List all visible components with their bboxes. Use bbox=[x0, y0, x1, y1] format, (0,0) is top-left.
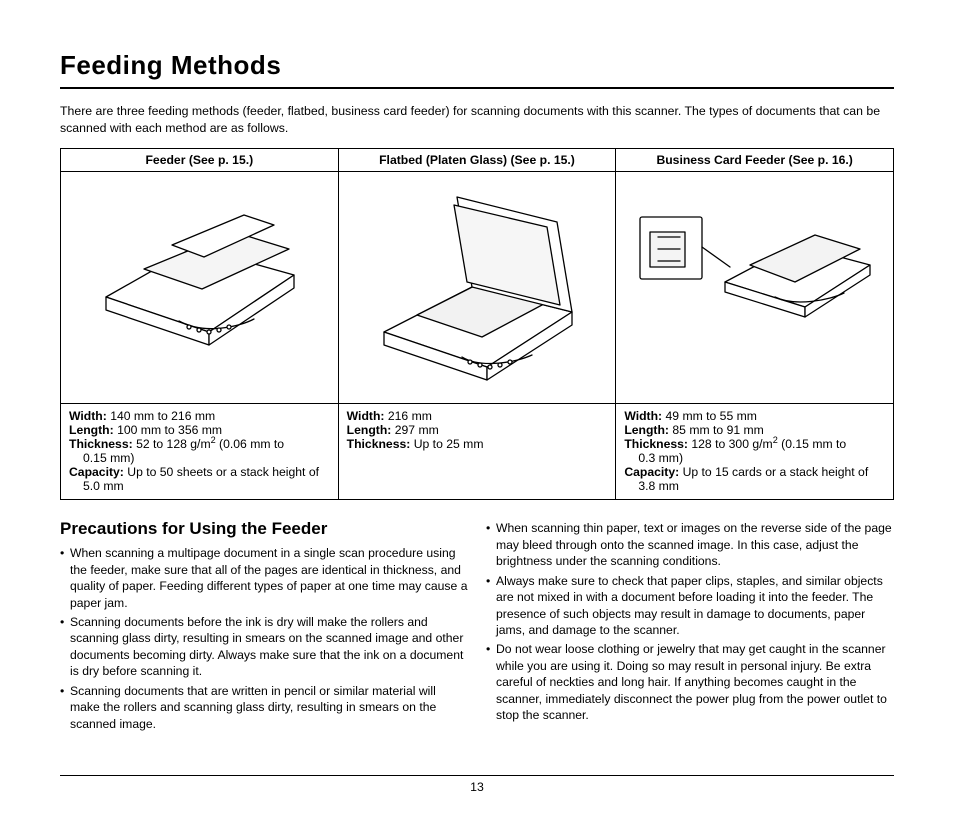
col-header-bizcard: Business Card Feeder (See p. 16.) bbox=[616, 149, 894, 172]
intro-paragraph: There are three feeding methods (feeder,… bbox=[60, 103, 894, 136]
list-item: Scanning documents that are written in p… bbox=[60, 683, 468, 732]
spec-value-cont: 5.0 mm bbox=[69, 479, 330, 493]
scanner-bizcard-icon bbox=[630, 177, 880, 327]
spec-value: 128 to 300 g/m bbox=[691, 437, 772, 451]
spec-label: Capacity: bbox=[69, 465, 124, 479]
spec-value-cont: 0.3 mm) bbox=[624, 451, 885, 465]
spec-value-cont: 0.15 mm) bbox=[69, 451, 330, 465]
list-item: Scanning documents before the ink is dry… bbox=[60, 614, 468, 680]
specs-cell-feeder: Width: 140 mm to 216 mm Length: 100 mm t… bbox=[61, 404, 339, 500]
spec-value: 52 to 128 g/m bbox=[136, 437, 211, 451]
precautions-columns: Precautions for Using the Feeder When sc… bbox=[60, 500, 894, 735]
spec-label: Length: bbox=[624, 423, 669, 437]
document-page: Feeding Methods There are three feeding … bbox=[0, 0, 954, 818]
list-item: When scanning thin paper, text or images… bbox=[486, 520, 894, 569]
table-specs-row: Width: 140 mm to 216 mm Length: 100 mm t… bbox=[61, 404, 894, 500]
precautions-list-left: When scanning a multipage document in a … bbox=[60, 545, 468, 732]
specs-cell-bizcard: Width: 49 mm to 55 mm Length: 85 mm to 9… bbox=[616, 404, 894, 500]
spec-value: 297 mm bbox=[395, 423, 439, 437]
col-header-feeder: Feeder (See p. 15.) bbox=[61, 149, 339, 172]
precautions-left-column: Precautions for Using the Feeder When sc… bbox=[60, 500, 468, 735]
footer-divider bbox=[60, 775, 894, 776]
spec-label: Width: bbox=[624, 409, 662, 423]
table-image-row bbox=[61, 172, 894, 404]
list-item: Do not wear loose clothing or jewelry th… bbox=[486, 641, 894, 723]
specs-cell-flatbed: Width: 216 mm Length: 297 mm Thickness: … bbox=[338, 404, 616, 500]
feeding-methods-table: Feeder (See p. 15.) Flatbed (Platen Glas… bbox=[60, 148, 894, 500]
page-title: Feeding Methods bbox=[60, 50, 894, 85]
precautions-heading: Precautions for Using the Feeder bbox=[60, 518, 468, 541]
list-item: When scanning a multipage document in a … bbox=[60, 545, 468, 611]
spec-value: Up to 50 sheets or a stack height of bbox=[127, 465, 319, 479]
image-cell-bizcard bbox=[616, 172, 894, 404]
spec-value: 49 mm to 55 mm bbox=[666, 409, 757, 423]
list-item: Always make sure to check that paper cli… bbox=[486, 573, 894, 639]
scanner-closed-icon bbox=[84, 177, 314, 347]
spec-value: Up to 25 mm bbox=[414, 437, 484, 451]
spec-label: Thickness: bbox=[624, 437, 688, 451]
spec-value-cont: 3.8 mm bbox=[624, 479, 885, 493]
spec-value: 140 mm to 216 mm bbox=[110, 409, 215, 423]
col-header-flatbed: Flatbed (Platen Glass) (See p. 15.) bbox=[338, 149, 616, 172]
spec-value: Up to 15 cards or a stack height of bbox=[683, 465, 869, 479]
spec-label: Width: bbox=[347, 409, 385, 423]
scanner-open-icon bbox=[362, 177, 592, 387]
spec-value: (0.15 mm to bbox=[778, 437, 846, 451]
table-header-row: Feeder (See p. 15.) Flatbed (Platen Glas… bbox=[61, 149, 894, 172]
spec-value: 85 mm to 91 mm bbox=[672, 423, 763, 437]
image-cell-flatbed bbox=[338, 172, 616, 404]
precautions-list-right: When scanning thin paper, text or images… bbox=[486, 520, 894, 724]
spec-label: Length: bbox=[69, 423, 114, 437]
spec-label: Thickness: bbox=[69, 437, 133, 451]
spec-value: 216 mm bbox=[388, 409, 432, 423]
image-cell-feeder bbox=[61, 172, 339, 404]
spec-label: Width: bbox=[69, 409, 107, 423]
spec-label: Capacity: bbox=[624, 465, 679, 479]
page-number: 13 bbox=[0, 780, 954, 794]
spec-label: Length: bbox=[347, 423, 392, 437]
title-divider bbox=[60, 87, 894, 89]
spec-label: Thickness: bbox=[347, 437, 411, 451]
spec-value: 100 mm to 356 mm bbox=[117, 423, 222, 437]
spec-value: (0.06 mm to bbox=[216, 437, 284, 451]
precautions-right-column: When scanning thin paper, text or images… bbox=[486, 500, 894, 735]
